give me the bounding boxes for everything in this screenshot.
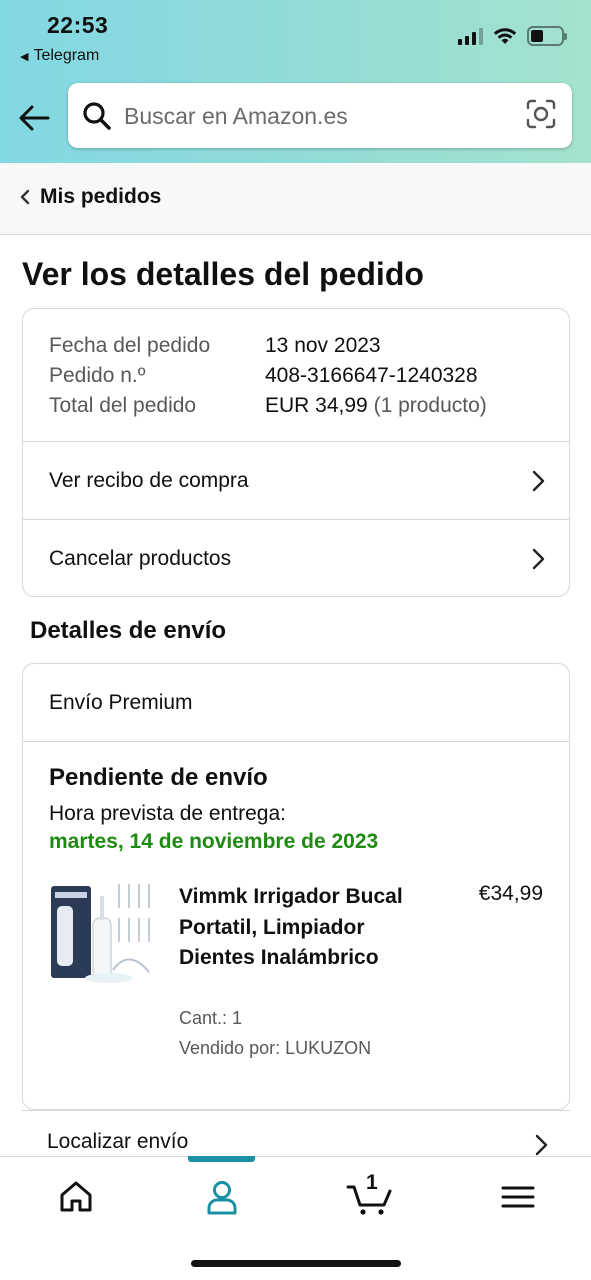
breadcrumb[interactable]: Mis pedidos (20, 185, 161, 209)
back-arrow-icon[interactable] (16, 100, 52, 136)
account-icon[interactable] (202, 1177, 242, 1217)
back-triangle-icon: ◀ (20, 50, 29, 63)
order-summary-card: Fecha del pedido 13 nov 2023 Pedido n.º … (22, 308, 570, 597)
delivery-eta-date: martes, 14 de noviembre de 2023 (49, 830, 379, 853)
summary-key: Total del pedido (49, 394, 197, 417)
menu-icon[interactable] (498, 1177, 538, 1217)
back-app-label: Telegram (33, 47, 100, 64)
product-quantity: Cant.: 1 (179, 1008, 243, 1028)
product-title-link[interactable]: Vimmk Irrigador Bucal Portatil, Limpiado… (179, 882, 429, 974)
cellular-signal-icon (458, 27, 483, 45)
delivery-eta-label: Hora prevista de entrega: (49, 802, 286, 825)
view-receipt-link[interactable]: Ver recibo de compra (23, 441, 569, 519)
app-header: 22:53 ◀ Telegram (0, 0, 591, 163)
track-package-label: Localizar envío (47, 1130, 189, 1153)
order-date-row: Fecha del pedido 13 nov 2023 (49, 331, 543, 361)
breadcrumb-label: Mis pedidos (40, 185, 162, 208)
summary-value: 13 nov 2023 (265, 334, 381, 357)
home-indicator[interactable] (191, 1260, 401, 1267)
chevron-right-icon (532, 548, 545, 569)
shipment-body: Pendiente de envío Hora prevista de entr… (23, 742, 569, 1109)
summary-key: Pedido n.º (49, 364, 146, 387)
status-icons (458, 26, 567, 46)
order-total-row: Total del pedido EUR 34,99 (1 producto) (49, 391, 543, 421)
home-icon[interactable] (56, 1177, 96, 1217)
search-input[interactable] (124, 97, 514, 135)
wifi-icon (493, 28, 517, 44)
track-package-link[interactable]: Localizar envío (22, 1112, 570, 1158)
status-time: 22:53 (47, 12, 109, 38)
product-image[interactable] (49, 878, 153, 988)
shipping-card: Envío Premium Pendiente de envío Hora pr… (22, 663, 570, 1110)
cancel-items-label: Cancelar productos (49, 546, 232, 570)
product-seller: Vendido por: LUKUZON (179, 1038, 372, 1058)
shipment-status: Pendiente de envío (49, 764, 268, 791)
summary-value: EUR 34,99 (1 producto) (265, 391, 487, 421)
cart-count-badge: 1 (366, 1171, 378, 1194)
summary-key: Fecha del pedido (49, 334, 211, 357)
back-to-app-link[interactable]: ◀ Telegram (20, 47, 99, 65)
order-summary: Fecha del pedido 13 nov 2023 Pedido n.º … (23, 309, 569, 441)
cancel-items-link[interactable]: Cancelar productos (23, 519, 569, 596)
summary-value: 408-3166647-1240328 (265, 364, 478, 387)
camera-search-icon[interactable] (526, 99, 556, 129)
divider (22, 1110, 570, 1111)
product-price: €34,99 (478, 882, 543, 905)
search-icon (83, 102, 111, 130)
view-receipt-label: Ver recibo de compra (49, 468, 249, 492)
shipping-section-title: Detalles de envío (30, 617, 227, 644)
page-title: Ver los detalles del pedido (22, 256, 424, 292)
shipping-method: Envío Premium (23, 664, 569, 742)
breadcrumb-bar: Mis pedidos (0, 163, 591, 235)
chevron-right-icon (535, 1134, 548, 1156)
order-item-count: (1 producto) (373, 394, 487, 417)
order-total-amount: EUR 34,99 (265, 394, 368, 417)
chevron-right-icon (532, 470, 545, 491)
active-tab-indicator (188, 1156, 255, 1162)
battery-icon (527, 26, 567, 46)
search-bar[interactable] (68, 83, 572, 148)
order-number-row: Pedido n.º 408-3166647-1240328 (49, 361, 543, 391)
chevron-left-icon (20, 189, 30, 205)
